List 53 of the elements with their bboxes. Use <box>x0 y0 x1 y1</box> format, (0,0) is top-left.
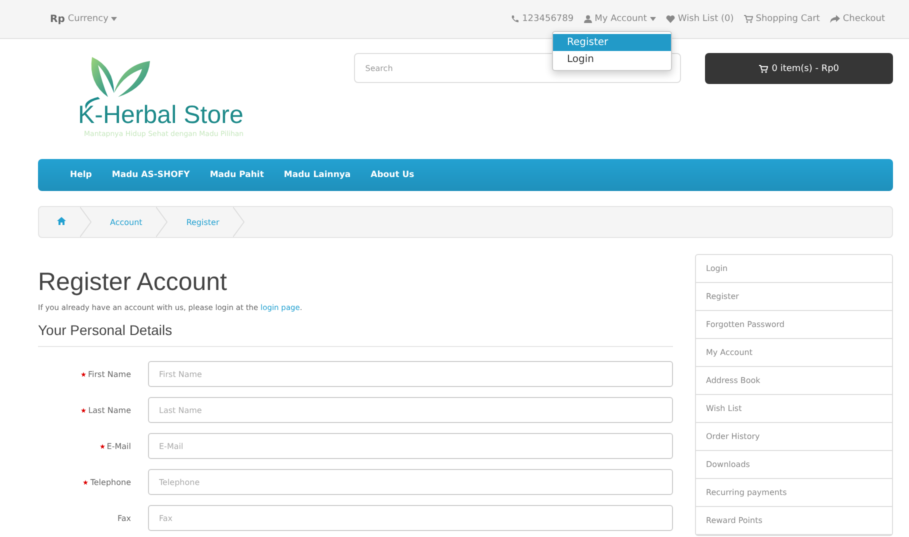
field-label: E-Mail <box>106 442 131 450</box>
input-field[interactable]: Last Name <box>148 397 673 423</box>
phone-icon <box>511 15 520 23</box>
menu-item[interactable]: Register <box>553 34 671 51</box>
currency-symbol[interactable]: Rp <box>50 14 65 24</box>
store-name: K-Herbal Store <box>78 101 244 130</box>
sidebar-item[interactable]: Register <box>696 283 892 311</box>
share-arrow-icon <box>830 15 840 23</box>
nav-link[interactable]: About Us <box>360 170 424 180</box>
cart-icon <box>744 15 753 23</box>
sidebar-item[interactable]: Reward Points <box>696 507 892 535</box>
nav-link[interactable]: Madu Pahit <box>200 170 274 180</box>
sidebar-item[interactable]: Login <box>696 255 892 283</box>
required-star-icon <box>83 480 88 484</box>
home-icon[interactable] <box>57 217 66 225</box>
top-link[interactable]: My Account <box>584 14 656 24</box>
nav-link[interactable]: Help <box>60 170 102 180</box>
currency-dropdown[interactable]: Currency <box>68 14 108 24</box>
input-field[interactable]: First Name <box>148 361 673 387</box>
caret-icon <box>650 17 656 21</box>
sidebar-item[interactable]: Wish List <box>696 395 892 423</box>
field-label: Fax <box>117 514 131 522</box>
breadcrumb-link[interactable]: Register <box>168 218 234 226</box>
nav-link[interactable]: Madu Lainnya <box>274 170 361 180</box>
caret-icon <box>111 17 118 21</box>
field-label: Telephone <box>90 478 131 486</box>
nav-link[interactable]: Madu AS-SHOFY <box>102 170 200 180</box>
top-link[interactable]: Shopping Cart <box>744 14 820 24</box>
sidebar-item[interactable]: My Account <box>696 339 892 367</box>
sidebar-item[interactable]: Address Book <box>696 367 892 395</box>
input-field[interactable]: Fax <box>148 505 673 531</box>
cart-button[interactable]: 0 item(s) - Rp0 <box>704 53 894 84</box>
sidebar-item[interactable]: Forgotten Password <box>696 311 892 339</box>
input-field[interactable]: E-Mail <box>148 433 673 459</box>
page-title: Register Account <box>38 268 228 297</box>
field-label: Last Name <box>88 406 131 414</box>
heart-icon <box>666 15 675 23</box>
required-star-icon <box>81 372 86 376</box>
sidebar-item[interactable]: Recurring payments <box>696 479 892 507</box>
section-title: Your Personal Details <box>38 322 673 347</box>
sidebar-item[interactable]: Order History <box>696 423 892 451</box>
user-icon <box>584 15 592 23</box>
top-link[interactable]: Wish List (0) <box>666 14 734 24</box>
top-link[interactable]: Checkout <box>830 14 885 24</box>
field-label: First Name <box>88 370 131 378</box>
input-field[interactable]: Telephone <box>148 469 673 495</box>
breadcrumb-link[interactable]: Account <box>92 218 156 226</box>
required-star-icon <box>100 444 105 448</box>
menu-item[interactable]: Login <box>553 51 671 68</box>
cart-icon <box>758 64 768 72</box>
sidebar-item[interactable]: Downloads <box>696 451 892 479</box>
phone-number: 123456789 <box>522 14 574 24</box>
required-star-icon <box>81 408 86 412</box>
